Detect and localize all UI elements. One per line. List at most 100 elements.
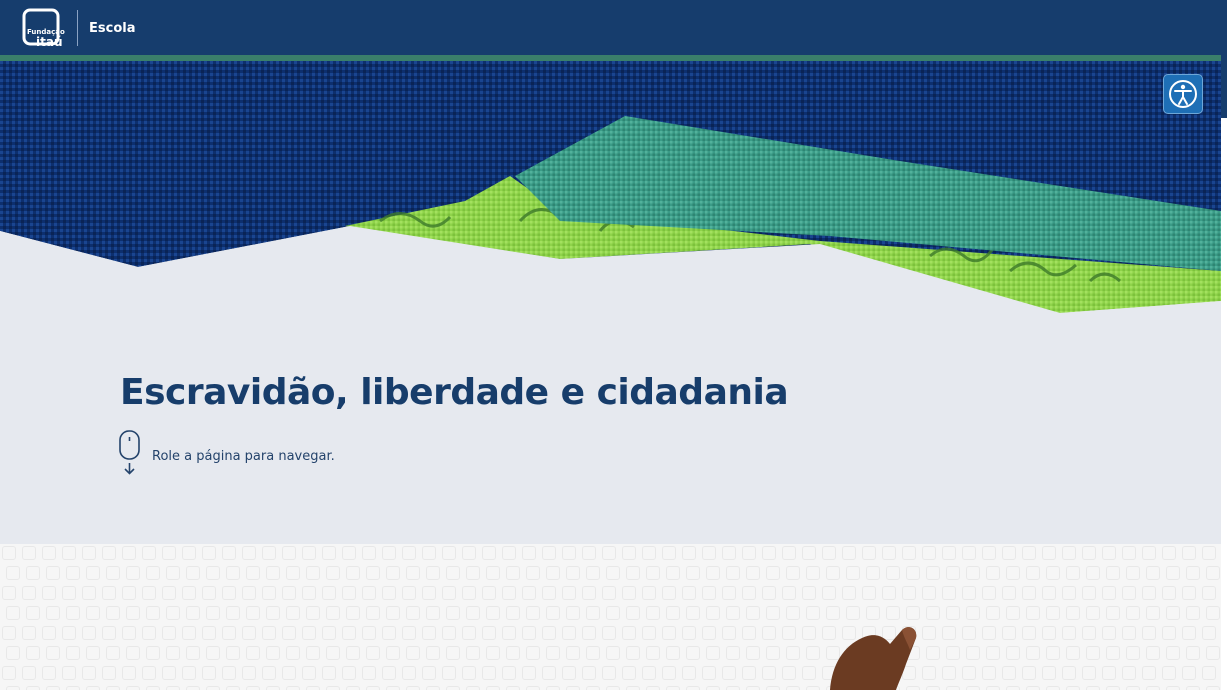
pattern-glyph [946,686,961,690]
pattern-glyph [1142,586,1157,600]
pattern-glyph [346,606,361,620]
pattern-glyph [706,646,721,660]
pattern-glyph [1062,666,1077,680]
pattern-glyph [602,626,617,640]
pattern-glyph [786,566,801,580]
pattern-glyph [1006,646,1021,660]
pattern-glyph [2,546,17,560]
pattern-glyph [1182,626,1197,640]
pattern-glyph [822,546,837,560]
pattern-glyph [722,626,737,640]
pattern-glyph [662,626,677,640]
pattern-glyph [1162,586,1177,600]
pattern-glyph [102,666,117,680]
pattern-glyph [962,626,977,640]
fundacao-itau-logo[interactable]: Fundação itaú [22,8,68,49]
pattern-glyph [1122,546,1137,560]
pattern-glyph [1166,606,1181,620]
pattern-glyph [1182,586,1197,600]
pattern-glyph [362,666,377,680]
pattern-glyph [666,566,681,580]
pattern-glyph [446,646,461,660]
pattern-glyph [1002,626,1017,640]
pattern-glyph [586,686,601,690]
pattern-glyph [1006,686,1021,690]
pattern-glyph [946,606,961,620]
pattern-glyph [562,586,577,600]
pattern-glyph [502,626,517,640]
pattern-glyph [966,606,981,620]
scrollbar-thumb[interactable] [1221,0,1227,118]
pattern-glyph [1102,586,1117,600]
pattern-glyph [786,606,801,620]
pattern-glyph [422,626,437,640]
pattern-glyph [482,626,497,640]
pattern-glyph [1202,626,1217,640]
pattern-glyph [1146,606,1161,620]
pattern-glyph [1126,686,1141,690]
pattern-glyph [1162,546,1177,560]
pattern-glyph [926,686,941,690]
pattern-glyph [686,686,701,690]
pattern-glyph [1206,646,1221,660]
pattern-glyph [82,586,97,600]
pattern-glyph [326,606,341,620]
pattern-glyph [786,686,801,690]
pattern-glyph [426,566,441,580]
pattern-glyph [686,566,701,580]
pattern-glyph [286,566,301,580]
pattern-glyph [202,626,217,640]
pattern-glyph [186,646,201,660]
pattern-glyph [666,686,681,690]
pattern-glyph [122,546,137,560]
pattern-glyph [962,586,977,600]
pattern-glyph [1142,666,1157,680]
pattern-glyph [346,686,361,690]
pattern-glyph [542,666,557,680]
pattern-glyph [622,666,637,680]
pattern-glyph [702,586,717,600]
accessibility-button[interactable] [1163,74,1203,114]
pattern-glyph [366,686,381,690]
pattern-glyph [1142,626,1157,640]
pattern-glyph [186,686,201,690]
pattern-glyph [366,606,381,620]
pattern-glyph [466,566,481,580]
pattern-glyph [346,566,361,580]
pattern-glyph [982,546,997,560]
pattern-glyph [766,566,781,580]
pattern-glyph [306,606,321,620]
pattern-glyph [246,686,261,690]
pattern-glyph [1146,566,1161,580]
pattern-glyph [146,606,161,620]
pattern-glyph [106,606,121,620]
pattern-glyph [1126,566,1141,580]
pattern-glyph [722,586,737,600]
pattern-glyph [566,646,581,660]
pattern-glyph [1066,646,1081,660]
escola-link[interactable]: Escola [89,21,135,36]
pattern-glyph [1206,566,1221,580]
pattern-glyph [766,686,781,690]
pattern-glyph [466,606,481,620]
pattern-glyph [742,546,757,560]
pattern-glyph [926,566,941,580]
pattern-glyph [1126,606,1141,620]
pattern-glyph [522,626,537,640]
pattern-glyph [942,666,957,680]
pattern-glyph [942,626,957,640]
pattern-glyph [1062,546,1077,560]
pattern-glyph [246,646,261,660]
pattern-glyph [626,686,641,690]
pattern-glyph [426,686,441,690]
pattern-glyph [582,586,597,600]
pattern-glyph [162,666,177,680]
pattern-glyph [166,566,181,580]
pattern-glyph [162,586,177,600]
pattern-glyph [482,586,497,600]
pattern-glyph [182,586,197,600]
pattern-glyph [906,606,921,620]
pattern-glyph [106,646,121,660]
pattern-glyph [6,566,21,580]
pattern-glyph [1046,686,1061,690]
